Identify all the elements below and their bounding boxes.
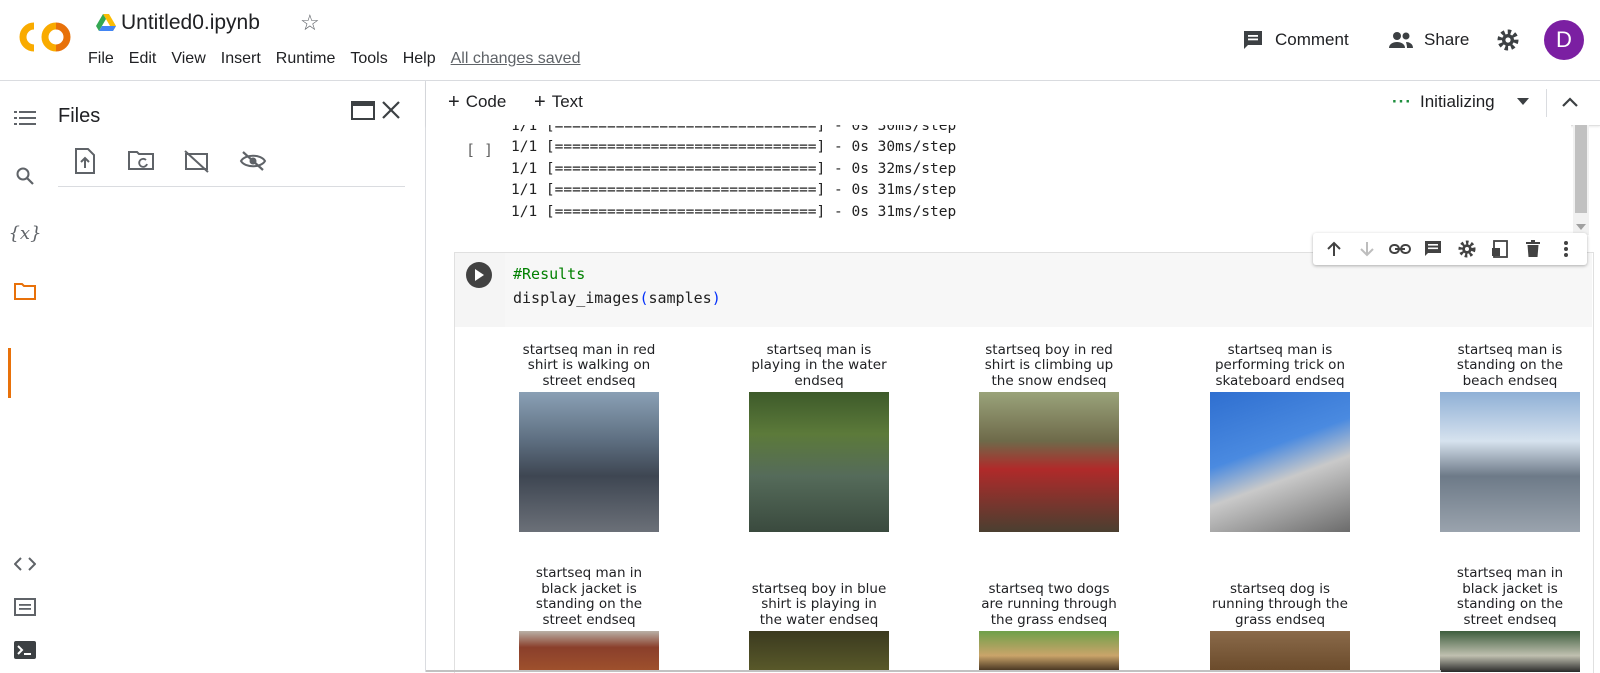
open-in-tab-icon[interactable]	[351, 100, 375, 120]
comment-button[interactable]: Comment	[1241, 26, 1349, 54]
log-line: 1/1 [==============================] - 0…	[511, 182, 957, 198]
menu-insert[interactable]: Insert	[221, 50, 261, 68]
play-icon	[475, 269, 484, 281]
notebook-toolbar: + Code + Text ··· Initializing	[426, 81, 1600, 126]
log-line: 1/1 [==============================] - 0…	[511, 204, 957, 220]
close-icon[interactable]	[381, 100, 401, 120]
move-up-icon[interactable]	[1322, 241, 1346, 257]
add-text-button[interactable]: + Text	[534, 92, 583, 112]
share-button[interactable]: Share	[1388, 26, 1469, 54]
add-code-label: Code	[465, 92, 507, 111]
cell-toolbar	[1313, 233, 1587, 265]
search-icon[interactable]	[12, 163, 38, 189]
divider	[1546, 89, 1547, 117]
upload-file-icon[interactable]	[74, 148, 96, 174]
add-text-label: Text	[551, 92, 583, 111]
menu-edit[interactable]: Edit	[129, 50, 157, 68]
code-function: display_images	[513, 289, 640, 307]
scroll-down-icon[interactable]	[1576, 224, 1586, 230]
runtime-status-button[interactable]: ··· Initializing	[1392, 92, 1529, 112]
files-panel-title: Files	[58, 105, 101, 127]
header-bar: Untitled0.ipynb ☆ File Edit View Insert …	[0, 0, 1600, 81]
plus-icon: +	[534, 91, 546, 113]
divider	[58, 186, 405, 187]
mirror-cell-icon[interactable]	[1488, 240, 1512, 258]
scrollbar-thumb[interactable]	[1575, 125, 1587, 213]
delete-icon[interactable]	[1521, 240, 1545, 258]
settings-gear-icon[interactable]	[1496, 28, 1520, 52]
menu-bar: File Edit View Insert Runtime Tools Help…	[88, 50, 595, 68]
command-palette-icon[interactable]	[12, 594, 38, 620]
variables-icon[interactable]: {x}	[8, 220, 41, 246]
dots-icon: ···	[1392, 92, 1412, 111]
log-line: 1/1 [==============================] - 0…	[511, 139, 957, 155]
menu-file[interactable]: File	[88, 50, 114, 68]
code-line: display_images(samples)	[513, 289, 721, 307]
table-of-contents-icon[interactable]	[12, 105, 38, 131]
runtime-status: Initializing	[1419, 92, 1495, 111]
execution-count: [ ]	[466, 141, 494, 159]
save-status-link[interactable]: All changes saved	[451, 50, 581, 68]
refresh-folder-icon[interactable]	[128, 150, 156, 172]
run-cell-button[interactable]	[466, 262, 492, 288]
code-argument: samples	[648, 289, 712, 307]
code-paren: )	[711, 289, 721, 307]
link-icon[interactable]	[1388, 243, 1412, 255]
people-icon	[1389, 32, 1413, 48]
comment-icon[interactable]	[1421, 240, 1445, 258]
notebook-title[interactable]: Untitled0.ipynb	[121, 11, 260, 35]
menu-view[interactable]: View	[171, 50, 205, 68]
add-code-button[interactable]: + Code	[448, 92, 506, 112]
share-label: Share	[1424, 30, 1470, 49]
more-options-icon[interactable]	[1554, 240, 1578, 258]
menu-tools[interactable]: Tools	[350, 50, 387, 68]
code-snippets-icon[interactable]	[12, 551, 38, 577]
google-drive-icon[interactable]	[96, 14, 116, 32]
hide-drive-icon[interactable]	[183, 149, 211, 173]
chevron-down-icon	[1516, 98, 1529, 105]
move-down-icon[interactable]	[1355, 241, 1379, 257]
comment-icon	[1244, 31, 1262, 49]
menu-help[interactable]: Help	[403, 50, 436, 68]
active-tab-indicator	[8, 348, 11, 398]
code-cell: #Results display_images(samples)	[454, 252, 1594, 673]
menu-runtime[interactable]: Runtime	[276, 50, 336, 68]
settings-gear-icon[interactable]	[1455, 240, 1479, 258]
folder-icon[interactable]	[12, 278, 38, 304]
star-icon[interactable]: ☆	[300, 10, 320, 36]
log-line: 1/1 [==============================] - 0…	[511, 161, 957, 177]
colab-logo[interactable]	[18, 20, 72, 54]
code-comment: #Results	[513, 265, 586, 283]
output-log: 1/1 [==============================] - 0…	[426, 125, 1571, 235]
comment-label: Comment	[1275, 30, 1349, 49]
collapse-up-icon[interactable]	[1562, 97, 1578, 107]
user-avatar[interactable]: D	[1544, 20, 1584, 60]
terminal-icon[interactable]	[12, 637, 38, 663]
log-line: 1/1 [==============================] - 0…	[511, 125, 957, 134]
left-rail: {x}	[0, 81, 48, 672]
eye-off-icon[interactable]	[239, 151, 267, 171]
cell-gutter	[455, 253, 505, 327]
files-panel: Files	[48, 81, 426, 672]
plus-icon: +	[448, 91, 460, 113]
